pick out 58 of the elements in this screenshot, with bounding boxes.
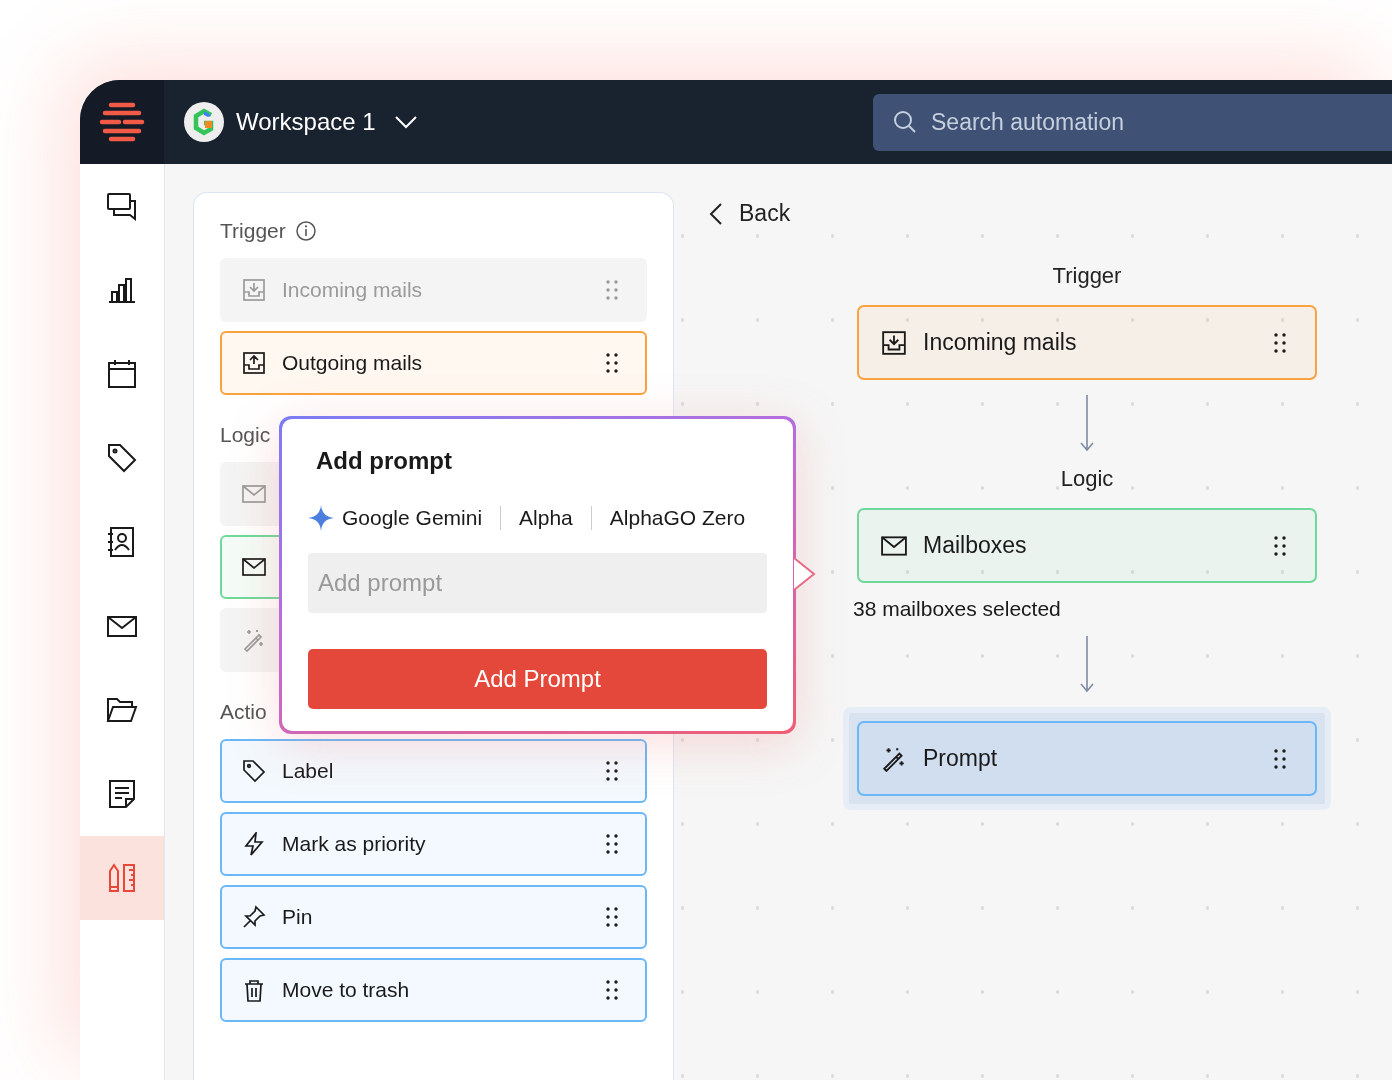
connector-arrow	[1079, 635, 1095, 693]
bolt-icon	[242, 832, 266, 856]
wand-icon	[242, 628, 266, 652]
section-title: Actio	[220, 700, 267, 724]
drag-handle-icon[interactable]	[605, 833, 619, 855]
prompt-input-field[interactable]: Add prompt	[308, 553, 767, 613]
workspace-logo-icon	[184, 102, 224, 142]
model-option[interactable]: Alpha	[519, 506, 573, 530]
calendar-icon	[105, 357, 139, 391]
add-prompt-button[interactable]: Add Prompt	[308, 649, 767, 709]
popup-title: Add prompt	[316, 447, 453, 475]
stage-title: Logic	[1060, 466, 1114, 492]
step-item[interactable]: Mark as priority	[220, 812, 647, 876]
flow-node[interactable]: Mailboxes	[857, 508, 1317, 583]
search-icon	[893, 109, 917, 134]
tag-icon	[105, 441, 139, 475]
mail-icon	[242, 555, 266, 579]
pin-icon	[242, 905, 266, 929]
model-option[interactable]: Google Gemini	[308, 505, 483, 531]
download-icon	[881, 329, 907, 356]
flow-node[interactable]: Prompt	[857, 721, 1317, 796]
step-item[interactable]: Outgoing mails	[220, 331, 647, 395]
section-title: Logic	[220, 423, 271, 447]
drag-handle-icon[interactable]	[605, 760, 619, 782]
drag-handle-icon[interactable]	[1273, 331, 1287, 354]
step-label: Label	[282, 759, 334, 783]
step-label: Move to trash	[282, 978, 410, 1002]
download-icon	[242, 278, 266, 302]
step-item[interactable]: Pin	[220, 885, 647, 949]
drag-handle-icon[interactable]	[1273, 534, 1287, 557]
sparkle-icon	[308, 505, 334, 531]
upload-icon	[242, 351, 266, 375]
drag-handle-icon[interactable]	[605, 352, 619, 374]
tag-icon	[242, 759, 266, 783]
drag-handle-icon[interactable]	[605, 979, 619, 1001]
step-label: Incoming mails	[282, 278, 423, 302]
node-caption: 38 mailboxes selected	[853, 597, 1061, 621]
drag-handle-icon[interactable]	[605, 906, 619, 928]
stage-title: Trigger	[1052, 263, 1122, 289]
workspace-switcher[interactable]: Workspace 1	[184, 102, 418, 142]
chevron-left-icon	[709, 201, 723, 226]
drag-handle-icon[interactable]	[1273, 747, 1287, 770]
step-label: Mark as priority	[282, 832, 426, 856]
search-field[interactable]: Search automation	[873, 93, 1392, 151]
logo-icon	[99, 102, 145, 142]
connector-arrow	[1079, 394, 1095, 452]
back-link[interactable]: Back	[709, 200, 1392, 227]
trash-icon	[242, 978, 266, 1002]
step-label: Pin	[282, 905, 313, 929]
section-title: Trigger	[220, 219, 286, 243]
step-item[interactable]: Move to trash	[220, 958, 647, 1022]
flow-node[interactable]: Incoming mails	[857, 305, 1317, 380]
step-item[interactable]: Label	[220, 739, 647, 803]
step-label: Outgoing mails	[282, 351, 423, 375]
wand-icon	[881, 745, 907, 772]
model-option[interactable]: AlphaGO Zero	[609, 506, 746, 530]
mail-icon	[242, 482, 266, 506]
chevron-down-icon	[393, 115, 418, 129]
